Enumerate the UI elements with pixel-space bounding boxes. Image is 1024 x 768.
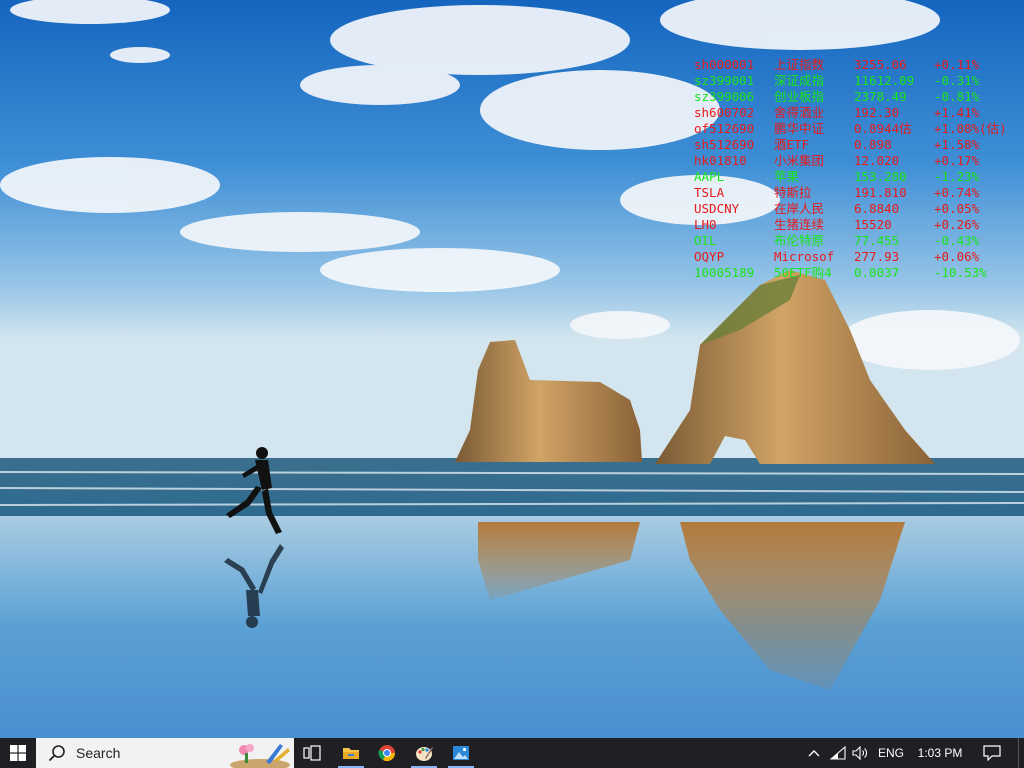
ticker-change: +0.26% [934, 217, 980, 232]
ticker-code: USDCNY [694, 201, 740, 216]
ticker-code: AAPL [694, 169, 725, 184]
network-button[interactable] [828, 738, 848, 768]
ticker-price: 153.280 [854, 169, 907, 184]
ticker-name: 酒ETF [774, 137, 810, 152]
ticker-price: 192.30 [854, 105, 900, 120]
ticker-code: sz399001 [694, 73, 755, 88]
action-center-icon [983, 745, 1001, 761]
ticker-price: 77.455 [854, 233, 900, 248]
ticker-change: +1.08%(估) [934, 121, 1007, 136]
paint-icon [416, 747, 433, 761]
ticker-name: 小米集团 [774, 153, 825, 168]
ticker-change: -0.43% [934, 233, 980, 248]
ticker-change: +0.05% [934, 201, 980, 216]
ticker-price: 12.020 [854, 153, 900, 168]
ticker-code: OQYP [694, 249, 725, 264]
ticker-price: 0.8944估 [854, 121, 912, 136]
search-highlight-icon [230, 744, 290, 768]
ticker-name: 在岸人民 [774, 201, 825, 216]
taskbar-app-chrome[interactable] [370, 738, 404, 768]
ticker-name: Microsof [774, 249, 835, 264]
task-view-icon [303, 745, 321, 761]
input-language-button[interactable]: ENG [874, 738, 908, 768]
ticker-code: 10005189 [694, 265, 755, 280]
ticker-code: sh600702 [694, 105, 755, 120]
ticker-change: +0.74% [934, 185, 980, 200]
taskbar: Search ENG 1:03 PM [0, 738, 1024, 768]
ticker-code: hk01810 [694, 153, 747, 168]
chevron-up-icon [808, 750, 820, 757]
ticker-name: 50ETF购4 [774, 265, 832, 280]
ticker-price: 277.93 [854, 249, 900, 264]
ticker-name: 特斯拉 [774, 185, 812, 200]
action-center-button[interactable] [978, 738, 1006, 768]
ticker-change: -0.81% [934, 89, 980, 104]
ticker-price: 2378.49 [854, 89, 907, 104]
ticker-code: LH0 [694, 217, 717, 232]
ticker-price: 6.8840 [854, 201, 900, 216]
taskbar-app-file-explorer[interactable] [334, 738, 368, 768]
ticker-name: 生猪连续 [774, 217, 825, 232]
ticker-code: of512690 [694, 121, 755, 136]
ticker-price: 11612.09 [854, 73, 915, 88]
ticker-name: 鹏华中证 [774, 121, 825, 136]
ticker-change: +0.17% [934, 153, 980, 168]
chrome-icon [378, 745, 396, 762]
ticker-change: -0.31% [934, 73, 980, 88]
search-placeholder: Search [76, 745, 121, 761]
folder-icon [343, 748, 359, 759]
start-button[interactable] [0, 738, 36, 768]
show-hidden-icons-button[interactable] [805, 738, 823, 768]
ticker-name: 苹果 [774, 169, 800, 184]
ticker-price: 0.898 [854, 137, 892, 152]
ticker-code: TSLA [694, 185, 725, 200]
ticker-price: 0.0037 [854, 265, 900, 280]
taskbar-app-paint[interactable] [407, 738, 441, 768]
ticker-change: +0.06% [934, 249, 980, 264]
search-box[interactable]: Search [36, 738, 294, 768]
ticker-price: 15520 [854, 217, 892, 232]
volume-icon [852, 746, 867, 760]
ticker-price: 3255.06 [854, 57, 907, 72]
ticker-code: sh512690 [694, 137, 755, 152]
ticker-name: 深证成指 [774, 73, 825, 88]
ticker-change: -10.53% [934, 265, 987, 280]
ticker-name: 上证指数 [774, 57, 825, 72]
ticker-code: sh000001 [694, 57, 755, 72]
ticker-change: +0.11% [934, 57, 980, 72]
task-view-button[interactable] [300, 738, 324, 768]
ticker-change: +1.41% [934, 105, 980, 120]
taskbar-app-photos[interactable] [444, 738, 478, 768]
volume-button[interactable] [850, 738, 870, 768]
ticker-change: +1.58% [934, 137, 980, 152]
ticker-name: 创业板指 [774, 89, 825, 104]
ticker-code: sz399006 [694, 89, 755, 104]
network-icon [830, 746, 846, 760]
photos-icon [453, 746, 469, 760]
search-icon [48, 745, 65, 762]
windows-logo-icon [10, 745, 26, 761]
ticker-name: 布伦特原 [774, 233, 825, 248]
ticker-price: 191.810 [854, 185, 907, 200]
clock[interactable]: 1:03 PM [912, 738, 968, 768]
ticker-code: OIL [694, 233, 717, 248]
ticker-change: -1.23% [934, 169, 980, 184]
show-desktop-button[interactable] [1018, 738, 1024, 768]
ticker-name: 舍得酒业 [774, 105, 825, 120]
